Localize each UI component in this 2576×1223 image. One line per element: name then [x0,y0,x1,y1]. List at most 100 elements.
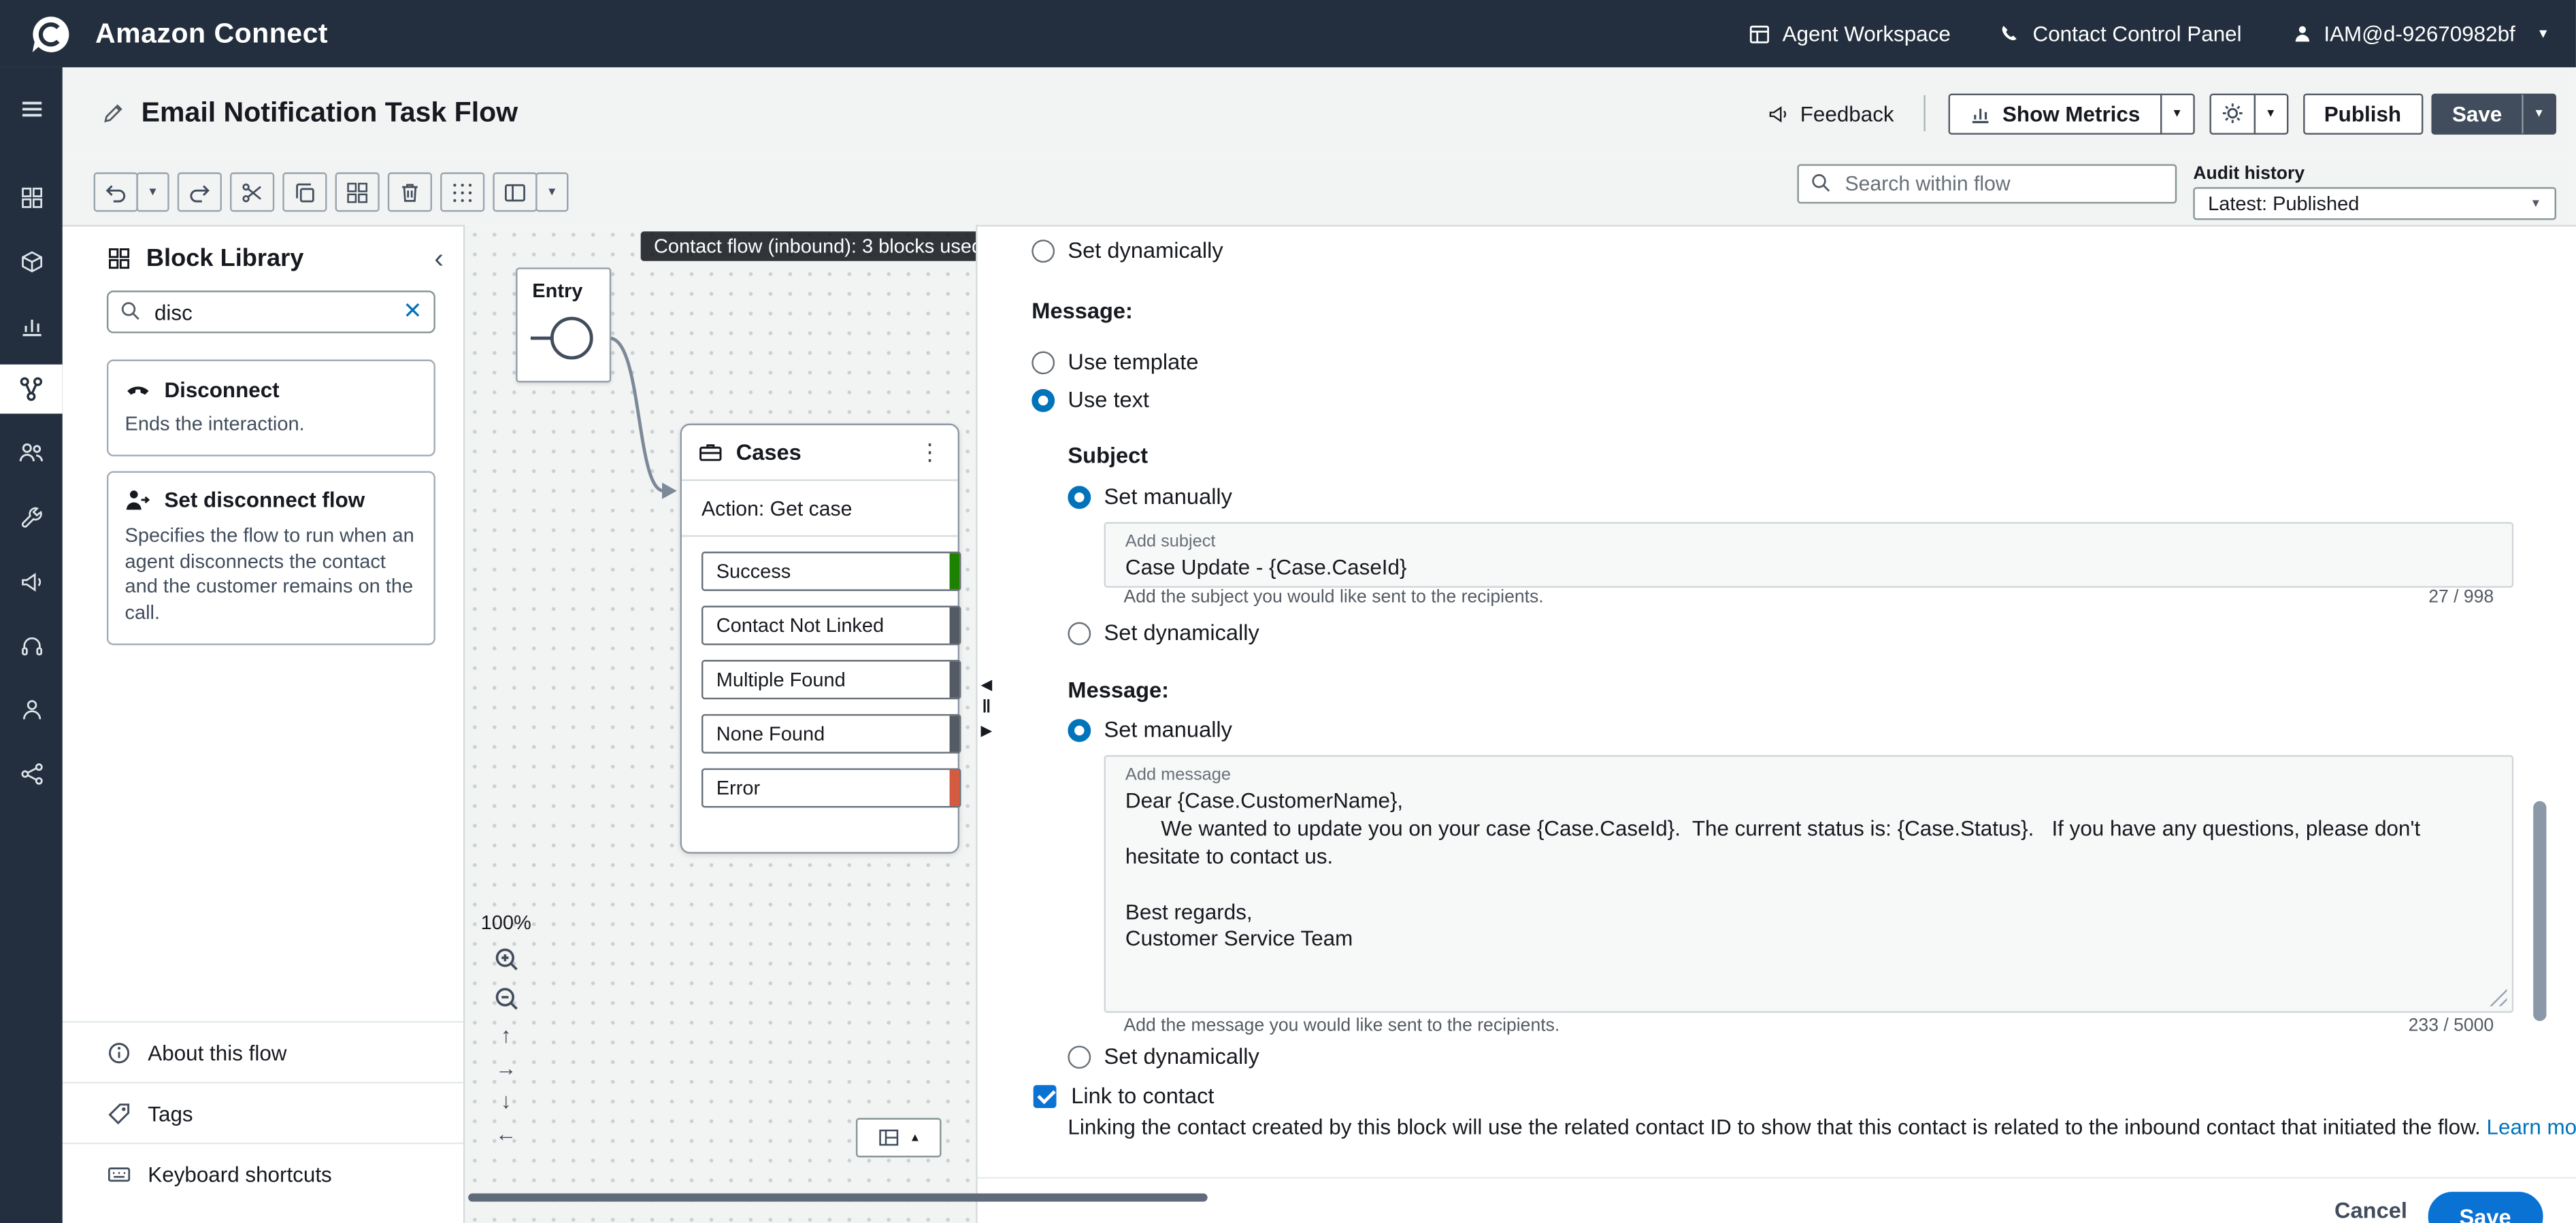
sidebar-item-profile[interactable] [0,684,63,733]
block-title: Set disconnect flow [164,488,365,513]
cut-button[interactable] [230,172,274,212]
keyboard-shortcuts-button[interactable]: Keyboard shortcuts [63,1143,463,1203]
contact-control-panel-link[interactable]: Contact Control Panel [2000,21,2241,46]
settings-button[interactable] [2209,93,2256,133]
output-contact-not-linked[interactable]: Contact Not Linked [701,606,961,646]
panel-save-button[interactable]: Save [2428,1192,2543,1223]
set-disconnect-flow-icon [125,487,152,514]
app-window: Amazon Connect Agent Workspace Contact C… [0,0,2576,1223]
edit-pencil-icon[interactable] [102,102,125,125]
radio-message-set-manually[interactable]: Set manually [1068,718,1232,742]
sidebar-item-campaigns[interactable] [0,556,63,605]
horizontal-scrollbar[interactable] [468,1194,1208,1202]
agent-workspace-label: Agent Workspace [1783,21,1951,46]
output-connector[interactable] [950,606,959,646]
sidebar-item-contact[interactable] [0,620,63,669]
pan-up-button[interactable]: ↑ [501,1024,512,1045]
radio-message-set-dynamically[interactable]: Set dynamically [1068,1044,1259,1069]
show-metrics-button[interactable]: Show Metrics [1948,93,2161,133]
radio-use-text[interactable]: Use text [1031,388,1149,412]
output-connector[interactable] [950,660,959,699]
copy-button[interactable] [282,172,327,212]
link-to-contact-checkbox[interactable]: Link to contact [1034,1084,1215,1108]
collapse-left-icon[interactable]: ◀ [980,676,992,692]
layout-dropdown-button[interactable]: ▼ [535,172,568,212]
clear-search-icon[interactable]: ✕ [403,297,422,325]
radio-subject-set-dynamically[interactable]: Set dynamically [1068,620,1259,645]
settings-dropdown-button[interactable]: ▼ [2253,93,2288,133]
flow-header: Email Notification Task Flow Feedback Sh… [63,67,2576,159]
cancel-button[interactable]: Cancel [2334,1199,2407,1223]
delete-button[interactable] [388,172,432,212]
chevron-down-icon: ▼ [2537,27,2549,41]
block-library-panel: Block Library ‹ ✕ Disconnect Ends the in… [63,225,465,1223]
radio-label: Set dynamically [1068,238,1223,263]
cases-block[interactable]: Cases ⋮ Action: Get case Success Contact… [680,424,959,854]
publish-button[interactable]: Publish [2302,93,2422,133]
undo-button[interactable] [94,172,138,212]
agent-workspace-link[interactable]: Agent Workspace [1748,21,1951,46]
output-connector[interactable] [950,768,959,807]
save-dropdown-button[interactable]: ▼ [2522,93,2556,133]
drag-handle-button[interactable] [440,172,484,212]
zoom-out-button[interactable] [492,985,520,1013]
block-menu-icon[interactable]: ⋮ [919,438,942,466]
block-card-disconnect[interactable]: Disconnect Ends the interaction. [107,360,435,456]
pan-right-button[interactable]: → [495,1057,516,1078]
block-search-input[interactable] [107,290,435,333]
output-connector[interactable] [950,552,959,591]
cases-block-action: Action: Get case [682,481,958,537]
share-network-icon [19,761,44,786]
sidebar-item-users[interactable] [0,429,63,478]
sidebar-item-integrations[interactable] [0,749,63,798]
pan-down-button[interactable]: ↓ [501,1090,512,1111]
menu-button[interactable] [0,84,63,133]
radio-use-template[interactable]: Use template [1031,350,1198,374]
resize-handle[interactable] [2489,988,2507,1007]
radio-set-dynamically-top[interactable]: Set dynamically [1031,238,1223,263]
output-success[interactable]: Success [701,552,961,591]
info-icon [107,1040,131,1065]
output-connector[interactable] [950,714,959,754]
vertical-scrollbar[interactable] [2533,801,2546,1021]
publish-label: Publish [2324,101,2401,125]
account-label: IAM@d-92670982bf [2324,21,2515,46]
expand-right-icon[interactable]: ▶ [980,722,992,739]
radio-subject-set-manually[interactable]: Set manually [1068,484,1232,509]
group-blocks-button[interactable] [335,172,380,212]
tags-button[interactable]: Tags [63,1082,463,1142]
sidebar-item-analytics[interactable] [0,301,63,350]
pan-left-button[interactable]: ← [495,1123,516,1144]
sidebar-item-dashboard[interactable] [0,172,63,221]
undo-dropdown-button[interactable]: ▼ [136,172,169,212]
sidebar-item-channels[interactable] [0,237,63,286]
audit-history-select[interactable]: Latest: Published ▼ [2193,187,2556,220]
entry-block[interactable]: Entry [516,267,611,382]
divider [1923,95,1925,131]
subject-input[interactable]: Add subject Case Update - {Case.CaseId} [1104,522,2514,588]
output-error[interactable]: Error [701,768,961,807]
layout-button[interactable] [493,172,537,212]
zoom-in-button[interactable] [492,945,520,973]
collapse-panel-icon[interactable]: ‹ [434,249,444,269]
output-multiple-found[interactable]: Multiple Found [701,660,961,699]
message-textarea[interactable]: Add message Dear {Case.CustomerName}, We… [1104,755,2514,1013]
save-button[interactable]: Save [2431,93,2524,133]
minimap-toggle-button[interactable]: ▲ [856,1118,942,1158]
feedback-button[interactable]: Feedback [1767,101,1894,125]
phone-icon [2000,23,2021,44]
account-menu[interactable]: IAM@d-92670982bf ▼ [2291,21,2549,46]
sidebar-item-tools[interactable] [0,492,63,541]
sidebar-item-flows[interactable] [0,365,63,414]
about-this-flow-button[interactable]: About this flow [63,1021,463,1082]
entry-point-icon [550,317,593,360]
output-none-found[interactable]: None Found [701,714,961,754]
subject-helper-text: Add the subject you would like sent to t… [1124,588,1544,607]
splitter-handle-icon[interactable]: ‖ [982,699,991,716]
search-within-flow-input[interactable] [1797,164,2177,203]
radio-icon [1068,621,1091,644]
learn-more-link[interactable]: Learn more [2487,1115,2576,1139]
redo-button[interactable] [178,172,222,212]
show-metrics-dropdown-button[interactable]: ▼ [2160,93,2194,133]
block-card-set-disconnect-flow[interactable]: Set disconnect flow Specifies the flow t… [107,471,435,646]
